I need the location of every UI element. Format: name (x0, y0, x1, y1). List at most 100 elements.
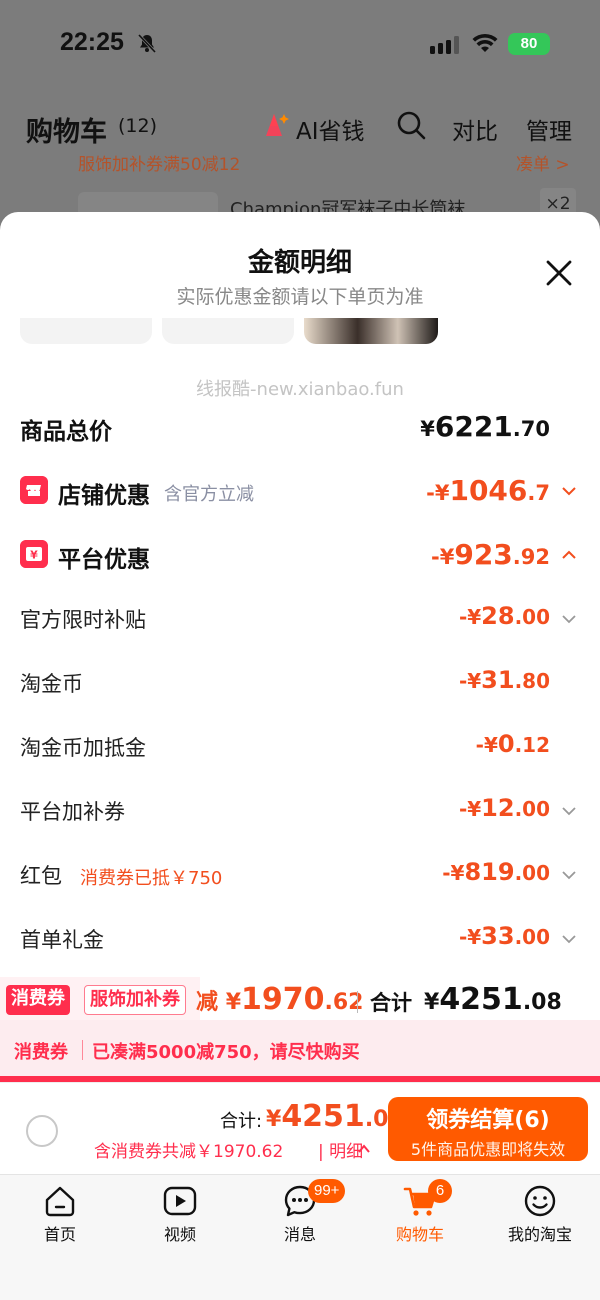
discount-item-label: 平台加补券 (20, 800, 125, 824)
svg-text:¥: ¥ (30, 549, 38, 562)
checkout-saving-text: 含消费券共减￥1970.62 (94, 1142, 284, 1162)
discount-item-row[interactable]: 官方限时补贴 -¥28.00 (20, 598, 580, 638)
store-icon (20, 476, 48, 504)
store-discount-row[interactable]: 店铺优惠 含官方立减 -¥1046.7 (20, 470, 580, 510)
clothing-coupon-tag: 服饰加补券 (84, 985, 186, 1015)
voucher-banner-tag: 消费券 (14, 1042, 68, 1063)
checkout-total-value: ¥4251.08 (266, 1099, 404, 1134)
summary-divider (357, 991, 358, 1013)
chevron-down-icon (562, 807, 576, 816)
coupon-yen-icon: ¥ (20, 540, 48, 568)
sheet-title: 金额明细 (247, 248, 352, 278)
total-price-label: 商品总价 (20, 419, 112, 445)
bottom-tab-bar: 首页 视频 99+ 消息 6 购物车 我的淘宝 (0, 1174, 600, 1300)
tab-video[interactable]: 视频 (120, 1175, 240, 1255)
discount-item-value: -¥0.12 (475, 730, 550, 758)
checkout-total-label: 合计: (220, 1111, 263, 1132)
voucher-banner-divider (82, 1040, 83, 1060)
video-icon (163, 1186, 197, 1216)
discount-item-value: -¥33.00 (458, 922, 550, 950)
compare-button[interactable]: 对比 (452, 112, 498, 146)
chevron-up-icon (562, 550, 576, 559)
ai-save-money-button[interactable]: AI省钱 (296, 112, 365, 146)
checkout-button-title: 领券结算(6) (426, 1108, 550, 1133)
close-icon[interactable] (542, 256, 576, 290)
cart-header: 购物车 (12) AI省钱 对比 管理 (0, 100, 600, 156)
discount-item-value: -¥819.00 (442, 858, 550, 886)
ai-sparkle-icon[interactable] (262, 110, 292, 140)
product-thumbnail[interactable] (304, 318, 438, 344)
messages-badge: 99+ (308, 1179, 346, 1203)
battery-level: 80 (520, 35, 538, 52)
summary-total-value: ¥4251.08 (424, 982, 562, 1017)
discount-item-row[interactable]: 红包 消费券已抵￥750 -¥819.00 (20, 854, 580, 894)
chevron-down-icon (562, 615, 576, 624)
background-promo-link: 凑单 > (516, 155, 570, 175)
background-promo-text: 服饰加补券满50减12 (78, 155, 241, 175)
tab-label: 视频 (163, 1225, 196, 1244)
amount-detail-sheet: 金额明细 实际优惠金额请以下单页为准 线报酷-new.xianbao.fun 商… (0, 212, 600, 1082)
home-icon (45, 1186, 75, 1217)
voucher-banner[interactable]: 消费券 已凑满5000减750，请尽快购买 (0, 1020, 600, 1082)
store-discount-note: 含官方立减 (164, 484, 254, 505)
chevron-down-icon (562, 871, 576, 880)
discount-item-row[interactable]: 首单礼金 -¥33.00 (20, 918, 580, 958)
chevron-down-icon (562, 935, 576, 944)
checkout-button[interactable]: 领券结算(6) 5件商品优惠即将失效 (388, 1097, 588, 1161)
product-thumbnail[interactable] (162, 318, 294, 344)
discount-item-label: 淘金币 (20, 672, 83, 696)
discount-item-label: 红包 (20, 864, 62, 888)
total-reduction: 减 ¥1970.62 (196, 982, 364, 1017)
platform-discount-label: 平台优惠 (58, 547, 150, 573)
tab-profile[interactable]: 我的淘宝 (480, 1175, 600, 1255)
cart-badge: 6 (428, 1179, 452, 1203)
manage-button[interactable]: 管理 (526, 112, 572, 146)
product-thumbnails-strip (0, 318, 600, 348)
wifi-icon (472, 33, 498, 52)
discount-item-label: 首单礼金 (20, 928, 104, 952)
select-all-checkbox[interactable] (26, 1115, 58, 1147)
discount-item-row: 淘金币 -¥31.80 (20, 662, 580, 702)
discount-item-row[interactable]: 平台加补券 -¥12.00 (20, 790, 580, 830)
profile-icon (524, 1185, 556, 1217)
total-price-value: ¥6221.70 (420, 410, 550, 443)
cellular-signal-icon (430, 36, 459, 54)
chevron-down-icon (562, 487, 576, 496)
bell-muted-icon (137, 33, 157, 54)
platform-discount-row[interactable]: ¥ 平台优惠 -¥923.92 (20, 534, 580, 574)
total-price-row: 商品总价 ¥6221.70 (20, 406, 580, 446)
sheet-subtitle: 实际优惠金额请以下单页为准 (176, 286, 424, 308)
tab-messages[interactable]: 99+ 消息 (240, 1175, 360, 1255)
tab-label: 我的淘宝 (507, 1225, 572, 1244)
tab-label: 购物车 (395, 1225, 444, 1244)
store-discount-label: 店铺优惠 (58, 483, 150, 509)
status-time: 22:25 (60, 28, 124, 56)
product-thumbnail[interactable] (20, 318, 152, 344)
discount-item-label: 官方限时补贴 (20, 608, 146, 632)
voucher-banner-text: 已凑满5000减750，请尽快购买 (92, 1042, 360, 1063)
tab-home[interactable]: 首页 (0, 1175, 120, 1255)
watermark-text: 线报酷-new.xianbao.fun (196, 379, 404, 400)
checkout-button-subtitle: 5件商品优惠即将失效 (410, 1140, 566, 1159)
tab-cart[interactable]: 6 购物车 (360, 1175, 480, 1255)
cart-item-count: (12) (118, 115, 158, 137)
discount-item-label: 淘金币加抵金 (20, 736, 146, 760)
status-bar: 22:25 80 (0, 0, 600, 90)
tab-label: 消息 (283, 1225, 316, 1244)
tab-label: 首页 (43, 1225, 76, 1244)
discount-item-row: 淘金币加抵金 -¥0.12 (20, 726, 580, 766)
background-cart-page: 22:25 80 购物车 (12) AI省钱 对比 管理 服饰加补券满50减12… (0, 0, 600, 240)
red-packet-note: 消费券已抵￥750 (80, 868, 223, 889)
checkout-bar: 合计: ¥4251.08 含消费券共减￥1970.62 | 明细 领券结算(6)… (0, 1082, 600, 1174)
summary-total-label: 合计 (370, 991, 412, 1015)
voucher-tag: 消费券 (6, 985, 70, 1015)
page-title: 购物车 (26, 117, 107, 148)
search-icon[interactable] (396, 110, 426, 140)
discount-item-value: -¥28.00 (458, 602, 550, 630)
discount-item-value: -¥12.00 (458, 794, 550, 822)
chevron-up-icon[interactable] (356, 1141, 372, 1157)
platform-discount-value: -¥923.92 (431, 538, 550, 571)
battery-charging-icon: 80 (508, 33, 550, 55)
discount-item-value: -¥31.80 (458, 666, 550, 694)
store-discount-value: -¥1046.7 (426, 474, 550, 507)
